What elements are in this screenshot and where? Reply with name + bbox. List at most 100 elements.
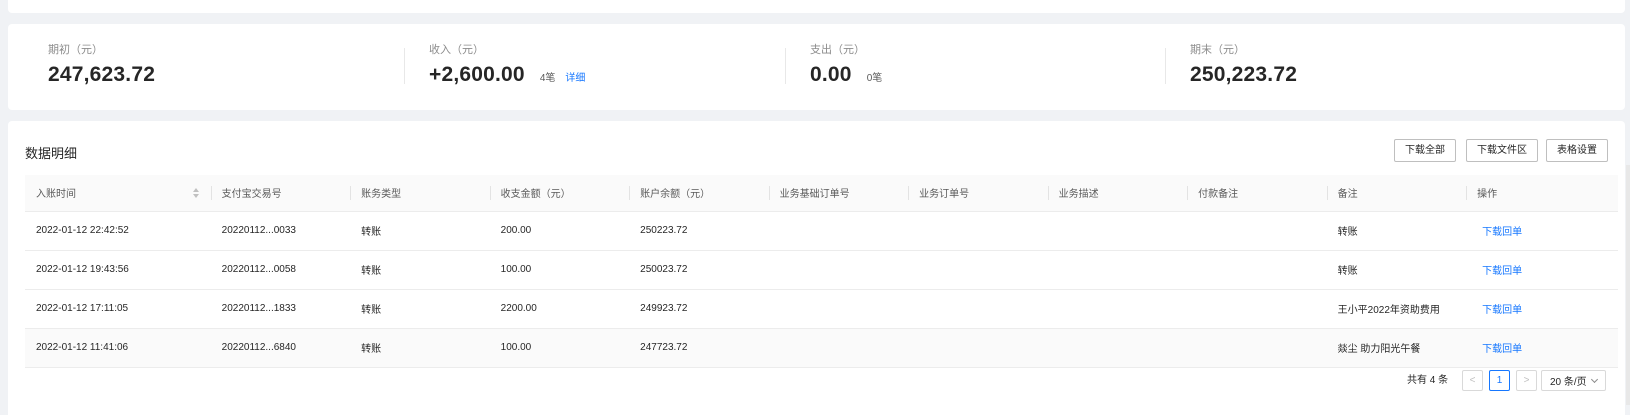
stat-income: 收入（元） +2,600.00 4笔 详细 [429,43,585,87]
data-detail-panel: 数据明细 下载全部 下载文件区 表格设置 入账时间 支付宝交易号 账务类型 收支… [8,121,1625,415]
chevron-right-icon: > [1523,375,1530,386]
table-row: 2022-01-12 11:41:06 20220112...6840 转账 1… [25,328,1618,368]
income-detail-link[interactable]: 详细 [565,69,585,84]
stat-income-value: +2,600.00 [429,63,525,86]
col-header-amount: 收支金额（元） [489,175,630,212]
col-header-time-label: 入账时间 [36,189,76,201]
col-header-type: 账务类型 [350,175,490,212]
cell-trade-no: 20220112...1833 [210,289,351,329]
stat-divider [404,48,405,84]
cell-pay-note [1187,289,1327,329]
cell-action: 下载回单 [1466,211,1618,251]
cell-desc [1047,328,1188,368]
col-header-note: 备注 [1326,175,1467,212]
stat-income-count: 4笔 [539,73,556,84]
cell-note: 转账 [1326,211,1467,251]
pagination-prev-button[interactable]: < [1462,370,1483,391]
cell-pay-note [1187,211,1327,251]
cell-balance: 250223.72 [629,211,769,251]
scrollbar-edge[interactable] [1626,165,1630,405]
col-header-order: 业务订单号 [908,175,1048,212]
stat-expense-count: 0笔 [866,73,883,84]
col-header-trade-no: 支付宝交易号 [210,175,351,212]
cell-action: 下载回单 [1466,289,1618,329]
col-header-action: 操作 [1466,175,1618,212]
stat-closing-value: 250,223.72 [1190,63,1298,86]
cell-base-order [768,328,909,368]
stat-opening: 期初（元） 247,623.72 [48,43,155,87]
cell-type: 转账 [350,250,490,290]
summary-panel: 期初（元） 247,623.72 收入（元） +2,600.00 4笔 详细 支… [8,24,1625,110]
cell-trade-no: 20220112...0033 [210,211,351,251]
pagination-page-1[interactable]: 1 [1489,370,1510,391]
stat-closing: 期末（元） 250,223.72 [1190,43,1297,87]
chevron-left-icon: < [1469,375,1476,386]
table-row: 2022-01-12 19:43:56 20220112...0058 转账 1… [25,250,1618,290]
cell-desc [1047,289,1188,329]
sort-icon[interactable] [192,188,199,198]
pagination-next-button[interactable]: > [1516,370,1537,391]
cell-balance: 249923.72 [629,289,769,329]
stat-expense: 支出（元） 0.00 0笔 [810,43,882,87]
table-row: 2022-01-12 17:11:05 20220112...1833 转账 2… [25,289,1618,329]
download-receipt-link[interactable]: 下载回单 [1482,227,1522,238]
stat-opening-label: 期初（元） [48,44,103,56]
cell-desc [1047,250,1188,290]
table-header-row: 入账时间 支付宝交易号 账务类型 收支金额（元） 账户余额（元） 业务基础订单号… [25,175,1618,212]
cell-order [908,328,1048,368]
cell-order [908,289,1048,329]
cell-order [908,211,1048,251]
download-receipt-link[interactable]: 下载回单 [1482,266,1522,277]
top-panel-strip [8,0,1625,13]
cell-pay-note [1187,250,1327,290]
cell-base-order [768,250,909,290]
data-table: 入账时间 支付宝交易号 账务类型 收支金额（元） 账户余额（元） 业务基础订单号… [25,175,1618,368]
stat-divider [1165,48,1166,84]
col-header-base-order: 业务基础订单号 [768,175,909,212]
col-header-time[interactable]: 入账时间 [25,175,211,212]
cell-action: 下载回单 [1466,328,1618,368]
col-header-pay-note: 付款备注 [1187,175,1327,212]
chevron-down-icon [1591,377,1599,385]
cell-base-order [768,211,909,251]
cell-time: 2022-01-12 19:43:56 [25,250,211,290]
cell-note: 王小平2022年资助费用 [1326,289,1467,329]
stat-expense-label: 支出（元） [810,44,865,56]
stat-divider [785,48,786,84]
cell-pay-note [1187,328,1327,368]
col-header-balance: 账户余额（元） [629,175,769,212]
cell-note: 燚尘 助力阳光午餐 [1326,328,1467,368]
stat-expense-value: 0.00 [810,63,852,86]
cell-trade-no: 20220112...0058 [210,250,351,290]
col-header-desc: 业务描述 [1047,175,1188,212]
cell-amount: 100.00 [489,328,630,368]
cell-time: 2022-01-12 22:42:52 [25,211,211,251]
cell-action: 下载回单 [1466,250,1618,290]
cell-order [908,250,1048,290]
cell-trade-no: 20220112...6840 [210,328,351,368]
download-all-button[interactable]: 下载全部 [1394,139,1456,162]
cell-time: 2022-01-12 11:41:06 [25,328,211,368]
cell-amount: 200.00 [489,211,630,251]
cell-base-order [768,289,909,329]
pagination-total: 共有 4 条 [1407,375,1449,386]
cell-time: 2022-01-12 17:11:05 [25,289,211,329]
stat-closing-label: 期末（元） [1190,44,1245,56]
download-area-button[interactable]: 下载文件区 [1466,139,1538,162]
page-size-select[interactable]: 20 条/页 [1541,370,1606,391]
cell-type: 转账 [350,289,490,329]
page-size-value: 20 条/页 [1550,377,1587,388]
table-row: 2022-01-12 22:42:52 20220112...0033 转账 2… [25,211,1618,251]
cell-amount: 100.00 [489,250,630,290]
download-receipt-link[interactable]: 下载回单 [1482,344,1522,355]
cell-balance: 250023.72 [629,250,769,290]
cell-desc [1047,211,1188,251]
stat-opening-value: 247,623.72 [48,63,156,86]
stat-income-label: 收入（元） [429,44,484,56]
cell-note: 转账 [1326,250,1467,290]
table-settings-button[interactable]: 表格设置 [1546,139,1608,162]
download-receipt-link[interactable]: 下载回单 [1482,305,1522,316]
detail-title: 数据明细 [25,146,78,161]
cell-type: 转账 [350,328,490,368]
cell-amount: 2200.00 [489,289,630,329]
